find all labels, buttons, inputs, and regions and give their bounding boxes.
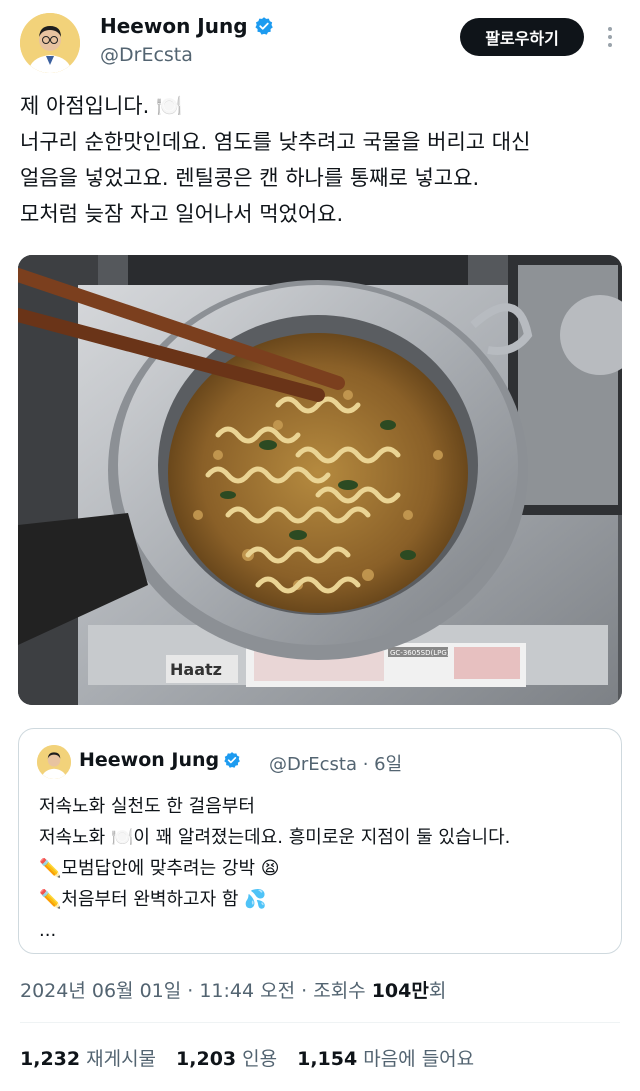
quote-text: 저속노화 실천도 한 걸음부터 저속노화 🍽️이 꽤 알려졌는데요. 흥미로운 …: [39, 791, 510, 946]
quote-meta: @DrEcsta · 6일: [269, 754, 403, 775]
verified-badge-icon: [254, 17, 273, 35]
quote-line: ...: [39, 920, 57, 941]
tweet-line: 모처럼 늦잠 자고 일어나서 먹었어요.: [20, 202, 344, 226]
retweets-stat[interactable]: 1,232 재게시물: [20, 1044, 156, 1071]
tweet-header: Heewon Jung @DrEcsta 팔로우하기: [0, 0, 640, 80]
tweet-line: 제 아점입니다. 🍽️: [20, 94, 183, 118]
tweet-text: 제 아점입니다. 🍽️ 너구리 순한맛인데요. 염도를 낮추려고 국물을 버리고…: [20, 88, 620, 232]
view-suffix: 회: [428, 980, 447, 1002]
engagement-stats: 1,232 재게시물 1,203 인용 1,154 마음에 들어요: [20, 1044, 474, 1071]
quote-line: ✏️모범답안에 맞추려는 강박 😫: [39, 858, 280, 879]
quote-avatar: [37, 745, 71, 779]
quote-line: 저속노화 🍽️이 꽤 알려졌는데요. 흥미로운 지점이 둘 있습니다.: [39, 827, 511, 848]
quoted-tweet-card[interactable]: Heewon Jung @DrEcsta · 6일 저속노화 실천도 한 걸음부…: [18, 728, 622, 954]
avatar-photo: [20, 13, 80, 73]
tweet-datetime[interactable]: 2024년 06월 01일 · 11:44 오전 · 조회수: [20, 980, 372, 1002]
follow-button[interactable]: 팔로우하기: [460, 18, 584, 56]
verified-badge-icon: [224, 752, 241, 768]
ramen-pot-image: Haatz GC-3605SD(LPG): [18, 255, 622, 705]
author-handle[interactable]: @DrEcsta: [100, 44, 193, 66]
quotes-label: 인용: [242, 1048, 278, 1070]
tweet-photo[interactable]: Haatz GC-3605SD(LPG): [18, 255, 622, 705]
author-name[interactable]: Heewon Jung: [100, 14, 274, 38]
retweets-label: 재게시물: [86, 1048, 157, 1070]
quotes-stat[interactable]: 1,203 인용: [176, 1044, 277, 1071]
avatar[interactable]: [20, 13, 80, 73]
stove-model-label: GC-3605SD(LPG): [390, 649, 450, 657]
stove-brand-label: Haatz: [170, 660, 222, 679]
author-name-text[interactable]: Heewon Jung: [100, 14, 248, 38]
divider: [20, 1022, 620, 1023]
likes-label: 마음에 들어요: [363, 1048, 475, 1070]
quote-avatar-photo: [37, 745, 71, 779]
retweets-count: 1,232: [20, 1048, 81, 1070]
quote-line: ✏️처음부터 완벽하고자 함 💦: [39, 889, 267, 910]
quote-line: 저속노화 실천도 한 걸음부터: [39, 796, 255, 817]
likes-stat[interactable]: 1,154 마음에 들어요: [297, 1044, 474, 1071]
tweet-timestamp-views: 2024년 06월 01일 · 11:44 오전 · 조회수 104만회: [20, 976, 446, 1003]
tweet-line: 너구리 순한맛인데요. 염도를 낮추려고 국물을 버리고 대신: [20, 130, 531, 154]
view-count: 104만: [371, 980, 429, 1002]
more-options-icon[interactable]: [600, 22, 620, 52]
quote-author-name-text: Heewon Jung: [79, 749, 220, 771]
quotes-count: 1,203: [176, 1048, 237, 1070]
likes-count: 1,154: [297, 1048, 358, 1070]
quote-author-name: Heewon Jung: [79, 749, 241, 771]
tweet-line: 얼음을 넣었고요. 렌틸콩은 캔 하나를 통째로 넣고요.: [20, 166, 480, 190]
